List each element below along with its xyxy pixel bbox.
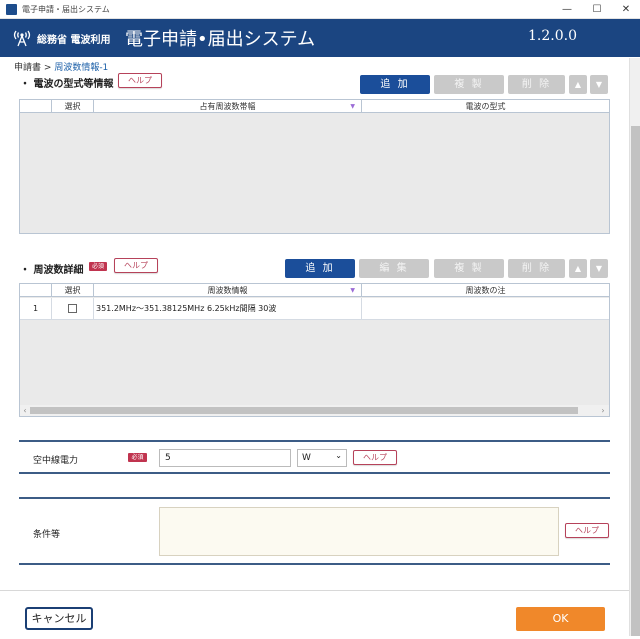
breadcrumb-separator: > xyxy=(43,63,52,73)
column-header-emission: 電波の型式 xyxy=(465,102,506,111)
chevron-down-icon: ⌄ xyxy=(335,451,342,460)
app-title: 電子申請•届出システム xyxy=(125,29,316,50)
move-down-button[interactable]: ▼ xyxy=(590,75,608,94)
required-badge: 必須 xyxy=(89,262,107,271)
panel-divider xyxy=(19,440,610,442)
frequency-detail-table: 選択 周波数情報 ▼ 周波数の注 1 351.2MHz～351.38125MHz… xyxy=(19,283,610,417)
column-header-select: 選択 xyxy=(52,284,94,297)
table-header: 選択 周波数情報 ▼ 周波数の注 xyxy=(20,284,609,297)
ok-button[interactable]: OK xyxy=(516,607,605,631)
power-unit-value: W xyxy=(302,453,311,463)
section-frequency-detail-title: ・ 周波数詳細 xyxy=(20,261,83,276)
breadcrumb: 申請書 > 周波数情報-1 xyxy=(14,60,108,73)
delete-button[interactable]: 削 除 xyxy=(508,259,565,278)
move-down-button[interactable]: ▼ xyxy=(590,259,608,278)
panel-divider xyxy=(19,472,610,474)
power-value-input[interactable]: 5 xyxy=(159,449,291,467)
scrollbar-thumb[interactable] xyxy=(631,126,640,636)
section-radio-format-title: ・ 電波の型式等情報 xyxy=(20,75,113,90)
minimize-icon[interactable]: — xyxy=(553,2,581,17)
vertical-scrollbar[interactable] xyxy=(629,58,640,636)
close-icon[interactable]: ✕ xyxy=(612,2,640,17)
help-button[interactable]: ヘルプ xyxy=(565,523,609,538)
table-row[interactable]: 1 351.2MHz～351.38125MHz 6.25kHz間隔 30波 xyxy=(20,298,609,320)
power-label: 空中線電力 xyxy=(33,456,79,466)
breadcrumb-current: 周波数情報-1 xyxy=(54,63,109,73)
section-bullet: ・ xyxy=(20,265,30,276)
column-header-number xyxy=(20,284,52,297)
power-unit-select[interactable]: W ⌄ xyxy=(297,449,347,467)
row-select-cell xyxy=(52,298,94,320)
section-title-text: 電波の型式等情報 xyxy=(33,79,114,90)
table-header: 選択 占有周波数帯幅 ▼ 電波の型式 xyxy=(20,100,609,113)
help-button[interactable]: ヘルプ xyxy=(353,450,397,465)
section-title-text: 周波数詳細 xyxy=(33,265,84,276)
app-header: 総務省 電波利用 電子申請•届出システム 1.2.0.0 xyxy=(0,19,640,57)
move-up-button[interactable]: ▲ xyxy=(569,75,587,94)
panel-divider xyxy=(19,497,610,499)
sort-icon[interactable]: ▼ xyxy=(350,100,355,113)
copy-button[interactable]: 複 製 xyxy=(434,259,504,278)
conditions-textarea[interactable] xyxy=(159,507,559,556)
required-badge: 必須 xyxy=(128,453,147,462)
window-titlebar: 電子申請・届出システム — ☐ ✕ xyxy=(0,0,640,19)
cancel-button[interactable]: キャンセル xyxy=(25,607,93,630)
move-up-button[interactable]: ▲ xyxy=(569,259,587,278)
app-icon xyxy=(6,4,17,15)
column-header-select: 選択 xyxy=(52,100,94,113)
add-button[interactable]: 追 加 xyxy=(285,259,355,278)
maximize-icon[interactable]: ☐ xyxy=(583,2,611,17)
column-header-frequency-info[interactable]: 周波数情報 ▼ xyxy=(94,284,362,297)
breadcrumb-root[interactable]: 申請書 xyxy=(14,63,41,73)
version-label: 1.2.0.0 xyxy=(528,28,577,44)
scrollbar-thumb[interactable] xyxy=(30,407,578,414)
section-bullet: ・ xyxy=(20,79,30,90)
row-checkbox[interactable] xyxy=(68,304,77,313)
antenna-icon xyxy=(13,30,31,47)
delete-button[interactable]: 削 除 xyxy=(508,75,565,94)
row-number: 1 xyxy=(20,298,52,320)
row-frequency-info: 351.2MHz～351.38125MHz 6.25kHz間隔 30波 xyxy=(94,298,362,320)
panel-divider xyxy=(19,563,610,565)
footer-divider xyxy=(0,590,629,591)
scroll-left-icon[interactable]: ‹ xyxy=(21,405,29,416)
horizontal-scrollbar[interactable]: ‹ › xyxy=(20,405,609,416)
row-frequency-note xyxy=(362,298,609,320)
conditions-label: 条件等 xyxy=(33,530,61,540)
column-header-frequency-note: 周波数の注 xyxy=(465,286,506,295)
radio-format-table: 選択 占有周波数帯幅 ▼ 電波の型式 xyxy=(19,99,610,234)
scroll-right-icon[interactable]: › xyxy=(599,405,607,416)
edit-button[interactable]: 編 集 xyxy=(359,259,429,278)
window-title: 電子申請・届出システム xyxy=(22,5,110,14)
copy-button[interactable]: 複 製 xyxy=(434,75,504,94)
column-header-bandwidth[interactable]: 占有周波数帯幅 ▼ xyxy=(94,100,362,113)
sort-icon[interactable]: ▼ xyxy=(350,284,355,297)
help-button[interactable]: ヘルプ xyxy=(118,73,162,88)
help-button[interactable]: ヘルプ xyxy=(114,258,158,273)
ministry-label: 総務省 電波利用 xyxy=(37,35,111,46)
add-button[interactable]: 追 加 xyxy=(360,75,430,94)
column-header-number xyxy=(20,100,52,113)
